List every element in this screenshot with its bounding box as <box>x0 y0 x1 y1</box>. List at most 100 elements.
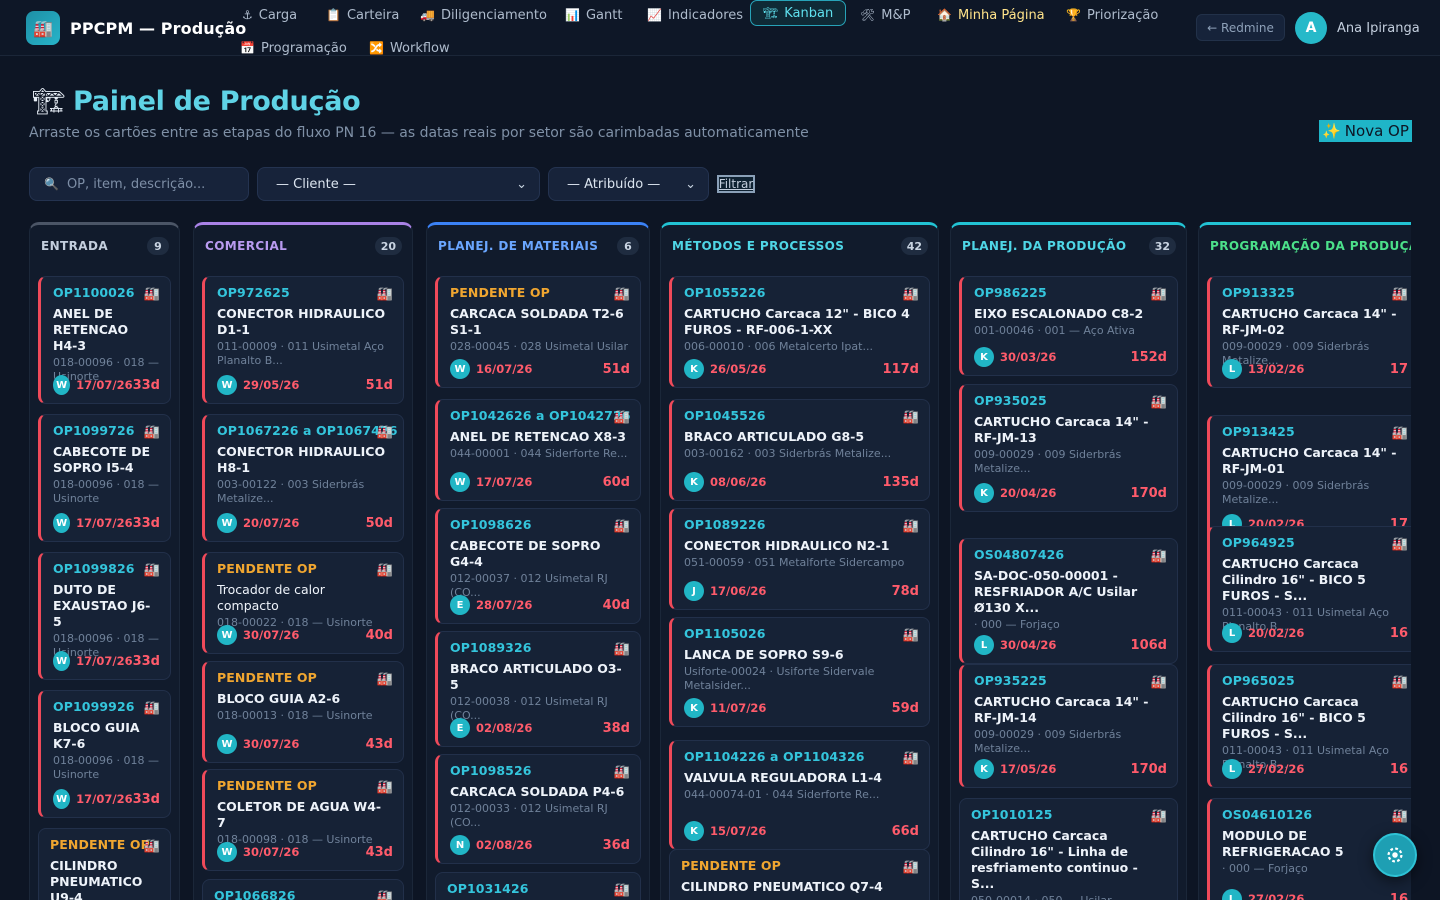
kanban-card[interactable]: OP1042626 a OP1042726 🏭 ANEL DE RETENCAO X… <box>435 399 641 501</box>
kanban-card[interactable]: OP965025 🏭 CARTUCHO Carcaca Cilindro 16" -… <box>1207 664 1411 788</box>
nav-item-workflow[interactable]: 🔀 Workflow <box>369 35 450 61</box>
kanban-column: PLANEJ. DE MATERIAIS 6 PENDENTE OP 🏭 CARCACA… <box>426 222 650 900</box>
column-count-badge: 6 <box>617 237 639 255</box>
kanban-card[interactable]: OP1098526 🏭 CARCACA SOLDADA P4-6 012-00033 … <box>435 754 641 864</box>
card-days-late: 43d <box>365 736 393 752</box>
kanban-card[interactable]: OP964925 🏭 CARTUCHO Carcaca Cilindro 16" -… <box>1207 526 1411 652</box>
nav-item-programa-o[interactable]: 📅 Programação <box>240 35 347 61</box>
nav-item-label: Kanban <box>784 5 834 21</box>
card-footer: K 11/07/26 59d <box>684 698 919 718</box>
kanban-card[interactable]: OP1067226 a OP1067426 🏭 CONECTOR HIDRAULIC… <box>202 414 404 542</box>
nav-item-prioriza-o[interactable]: 🏆 Priorização <box>1066 2 1158 28</box>
card-days-late: 51d <box>602 361 630 377</box>
nav-item-carteira[interactable]: 📋 Carteira <box>326 2 399 28</box>
factory-icon: 🏭 <box>376 890 393 900</box>
card-due-date: 13/02/26 <box>1248 362 1305 376</box>
kanban-card[interactable]: PENDENTE OP 🏭 COLETOR DE AGUA W4-7 018-0009… <box>202 769 404 871</box>
card-footer: W 30/07/26 43d <box>217 734 393 754</box>
assignee-avatar: L <box>1222 623 1242 643</box>
kanban-card[interactable]: OP1066826 🏭 <box>202 879 404 900</box>
kanban-card[interactable]: OP1098626 🏭 CABECOTE DE SOPRO G4-4 012-0003… <box>435 508 641 624</box>
card-footer: K 30/03/26 152d <box>974 347 1167 367</box>
card-op-number: OS04610126 <box>1222 807 1313 822</box>
nav-item-carga[interactable]: ⚓ Carga <box>242 2 297 28</box>
card-days-late: 78d <box>891 583 919 599</box>
nav-item-gantt[interactable]: 📊 Gantt <box>565 2 622 28</box>
kanban-card[interactable]: OP1099826 🏭 DUTO DE EXAUSTAO J6-5 018-00096… <box>38 552 171 680</box>
card-days-late: 66d <box>891 823 919 839</box>
kanban-card[interactable]: OP1104226 a OP1104326 🏭 VALVULA REGULADORA… <box>669 740 930 850</box>
kanban-card[interactable]: OP972625 🏭 CONECTOR HIDRAULICO D1-1 011-000… <box>202 276 404 404</box>
user-menu[interactable]: A Ana Ipiranga <box>1295 12 1420 44</box>
nav-item-m-p[interactable]: 🛠 M&P <box>860 2 910 28</box>
factory-icon: 🏭 <box>902 287 919 302</box>
assignee-avatar: K <box>684 472 704 492</box>
card-due-date: 17/07/26 <box>76 654 133 668</box>
kanban-card[interactable]: PENDENTE OP 🏭 BLOCO GUIA A2-6 018-00013 · 0… <box>202 661 404 763</box>
settings-fab[interactable] <box>1373 833 1417 877</box>
redmine-link[interactable]: ← Redmine <box>1196 14 1285 41</box>
card-subtitle: 028-00045 · 028 Usimetal Usilar <box>450 340 629 353</box>
assignee-avatar: W <box>53 513 71 533</box>
brand[interactable]: 🏭 PPCPM — Produção <box>26 11 246 45</box>
kanban-card[interactable]: OS04807426 🏭 SA-DOC-050-00001 - RESFRIADOR… <box>959 538 1178 664</box>
nav-icon: 📅 <box>240 41 255 55</box>
client-select-value: — Cliente — <box>276 176 356 192</box>
nav-item-indicadores[interactable]: 📈 Indicadores <box>647 2 743 28</box>
card-due-date: 16/07/26 <box>476 362 533 376</box>
kanban-card[interactable]: OP1089326 🏭 BRACO ARTICULADO O3-5 012-00038… <box>435 631 641 747</box>
factory-icon: 🏭 <box>1391 809 1408 824</box>
kanban-card[interactable]: OP1099726 🏭 CABECOTE DE SOPRO I5-4 018-0009… <box>38 414 171 542</box>
kanban-card[interactable]: OP935025 🏭 CARTUCHO Carcaca 14" - RF-JM-13… <box>959 384 1178 512</box>
assigned-select[interactable]: — Atribuído — ⌄ <box>548 167 709 201</box>
kanban-card[interactable]: OP1055226 🏭 CARTUCHO Carcaca 12" - BICO 4 … <box>669 276 930 388</box>
kanban-card[interactable]: PENDENTE OP 🏭 CILINDRO PNEUMATICO Q7-4 <box>669 849 930 900</box>
card-subtitle: 050-00014 · 050 — Usilar <box>971 894 1167 900</box>
card-op-number: OP965025 <box>1222 673 1295 688</box>
nav-item-label: Carteira <box>346 7 400 23</box>
kanban-card[interactable]: OP1099926 🏭 BLOCO GUIA K7-6 018-00096 · 018… <box>38 690 171 818</box>
card-title: CARTUCHO Carcaca 14" - RF-JM-02 <box>1222 306 1397 337</box>
card-subtitle: 044-00001 · 044 Siderforte Re... <box>450 447 628 460</box>
sparkle-icon: ✨ <box>1322 122 1341 140</box>
card-title: CILINDRO PNEUMATICO U9-4 <box>50 858 143 900</box>
card-title: VALVULA REGULADORA L1-4 <box>684 770 882 785</box>
card-footer: L 30/04/26 106d <box>974 635 1167 655</box>
client-select[interactable]: — Cliente — ⌄ <box>257 167 540 201</box>
kanban-card[interactable]: OP986225 🏭 EIXO ESCALONADO C8-2 001-00046 ·… <box>959 276 1178 376</box>
kanban-card[interactable]: OP1105026 🏭 LANCA DE SOPRO S9-6 Usiforte-00… <box>669 617 930 727</box>
card-due-date: 15/07/26 <box>710 824 767 838</box>
search-input[interactable] <box>66 176 237 192</box>
kanban-card[interactable]: OP913325 🏭 CARTUCHO Carcaca 14" - RF-JM-02… <box>1207 276 1411 388</box>
kanban-card[interactable]: OP1045526 🏭 BRACO ARTICULADO G8-5 003-00162… <box>669 399 930 501</box>
nav-item-diligenciamento[interactable]: 🚚 Diligenciamento <box>420 2 547 28</box>
column-title: MÉTODOS E PROCESSOS <box>672 239 845 253</box>
column-title: PLANEJ. DA PRODUÇÃO <box>962 239 1127 253</box>
assigned-select-value: — Atribuído — <box>567 176 661 192</box>
factory-icon: 🏭 <box>1391 675 1408 690</box>
filter-button[interactable]: Filtrar <box>717 175 755 193</box>
new-op-button[interactable]: ✨ Nova OP <box>1319 120 1412 142</box>
kanban-card[interactable]: PENDENTE OP 🏭 CARCACA SOLDADA T2-6 S1-1 028… <box>435 276 641 388</box>
card-title: CARTUCHO Carcaca 12" - BICO 4 FUROS - RF… <box>684 306 910 337</box>
nav-item-kanban[interactable]: 🏗 Kanban <box>750 0 847 26</box>
kanban-card[interactable]: PENDENTE OP 🏭 Trocador de calor compacto 01… <box>202 552 404 654</box>
kanban-card[interactable]: OP1010125 🏭 CARTUCHO Carcaca Cilindro 16" … <box>959 798 1178 900</box>
kanban-card[interactable]: OP1089226 🏭 CONECTOR HIDRAULICO N2-1 051-00… <box>669 508 930 610</box>
search-field[interactable]: 🔍 <box>29 167 249 201</box>
factory-icon: 🏭 <box>1150 549 1167 564</box>
kanban-card[interactable]: OP935225 🏭 CARTUCHO Carcaca 14" - RF-JM-14… <box>959 664 1178 788</box>
card-footer: W 16/07/26 51d <box>450 359 630 379</box>
kanban-card[interactable]: PENDENTE OP 🏭 CILINDRO PNEUMATICO U9-4 <box>38 828 171 900</box>
card-days-late: 51d <box>365 377 393 393</box>
card-days-late: 33d <box>132 791 160 807</box>
kanban-card[interactable]: OP1100026 🏭 ANEL DE RETENCAO H4-3 018-00096… <box>38 276 171 404</box>
card-op-number: OP935225 <box>974 673 1047 688</box>
assignee-avatar: K <box>684 359 704 379</box>
assignee-avatar: W <box>217 513 237 533</box>
assignee-avatar: N <box>450 835 470 855</box>
kanban-card[interactable]: OP1031426 🏭 <box>435 872 641 900</box>
kanban-card[interactable]: OP913425 🏭 CARTUCHO Carcaca 14" - RF-JM-01… <box>1207 415 1411 543</box>
nav-item-minha-p-gina[interactable]: 🏠 Minha Página <box>937 2 1045 28</box>
card-title: CONECTOR HIDRAULICO D1-1 <box>217 306 386 337</box>
